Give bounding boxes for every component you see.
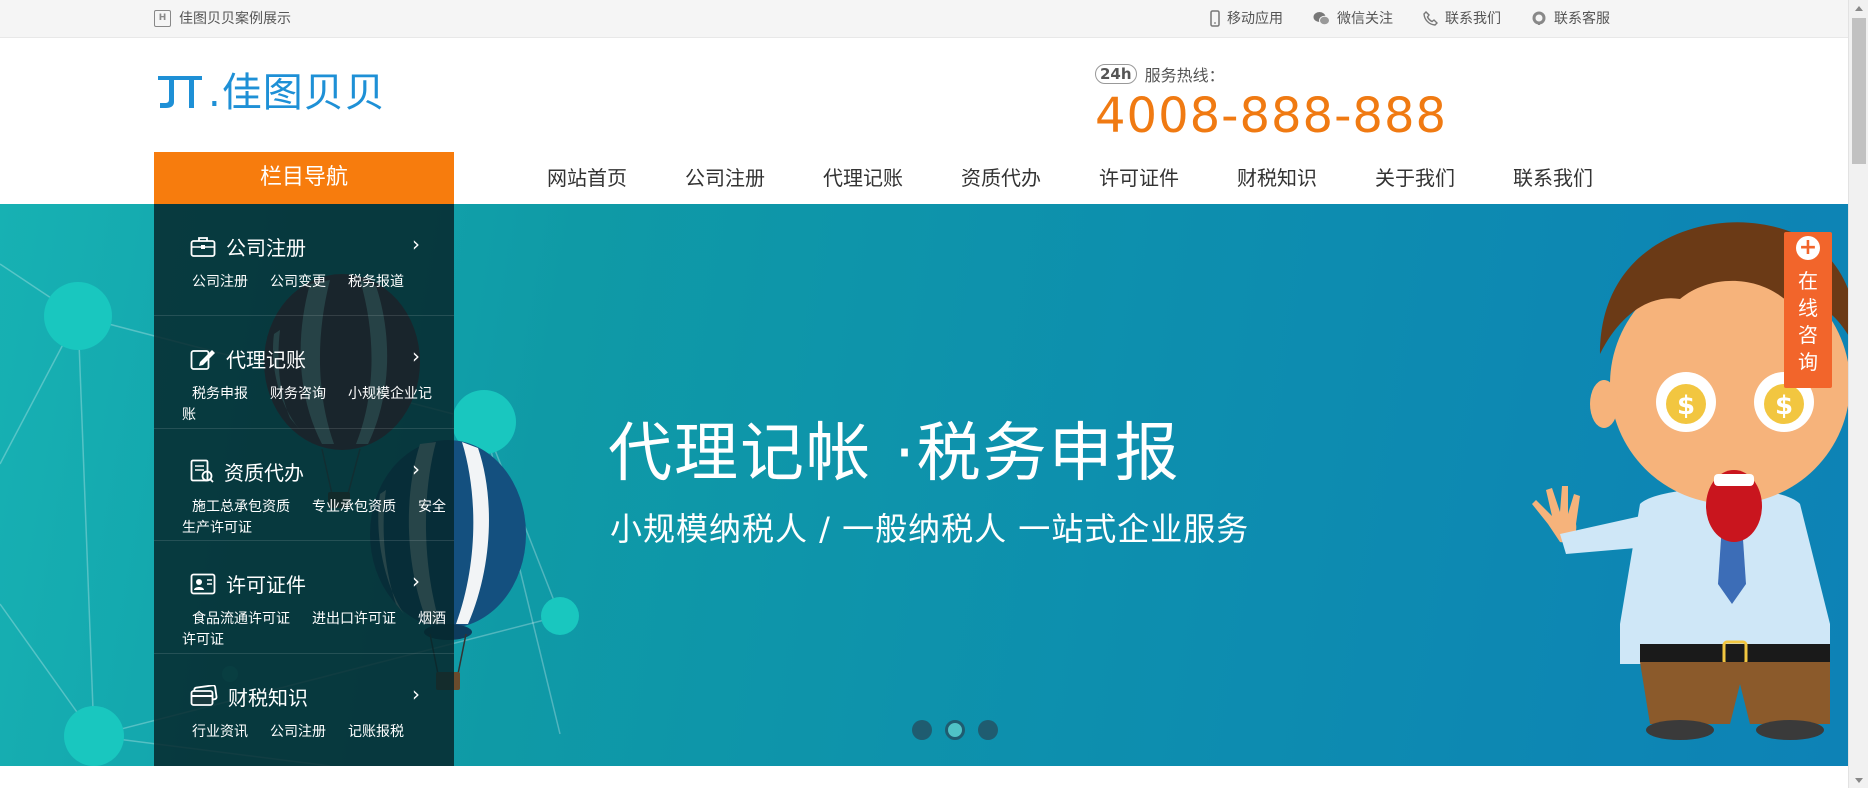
sublink[interactable]: 公司注册 [192,274,248,290]
showcase-icon: H [154,9,171,27]
nav-items: 网站首页 公司注册 代理记账 资质代办 许可证件 财税知识 关于我们 联系我们 [518,152,1622,204]
category-title: 代理记账 [226,348,306,373]
slide-indicators [912,720,1011,740]
case-showcase-link[interactable]: H 佳图贝贝案例展示 [154,8,291,28]
nav-item-bookkeeping[interactable]: 代理记账 [794,152,932,204]
nav-item-contact-us[interactable]: 联系我们 [1484,152,1622,204]
sublink[interactable]: 税务报道 [348,274,404,290]
mobile-icon [1210,9,1220,27]
contact-us-top-link[interactable]: 联系我们 [1423,8,1501,28]
nav-item-company-registration[interactable]: 公司注册 [656,152,794,204]
category-bookkeeping[interactable]: 代理记账 › 税务申报 财务咨询 小规模企业记账 [154,316,454,429]
category-title: 许可证件 [226,573,306,598]
category-links: 食品流通许可证 进出口许可证 烟酒许可证 [182,609,454,651]
category-tax-knowledge[interactable]: 财税知识 › 行业资讯 公司注册 记账报税 [154,654,454,766]
site-logo[interactable]: .佳图贝贝 [154,60,386,118]
wechat-icon [1313,11,1330,25]
category-title: 财税知识 [228,685,308,710]
wechat-follow-label: 微信关注 [1337,11,1393,27]
sublink[interactable]: 税务申报 [192,386,248,402]
category-links: 行业资讯 公司注册 记账报税 [182,722,454,743]
page-scrollbar[interactable] [1848,0,1868,788]
consult-char: 线 [1798,296,1818,320]
category-qualification[interactable]: 资质代办 › 施工总承包资质 专业承包资质 安全生产许可证 [154,429,454,542]
nav-item-licenses[interactable]: 许可证件 [1070,152,1208,204]
id-card-icon [190,573,216,595]
hotline-label: 服务热线： [1144,66,1225,85]
category-company-registration[interactable]: 公司注册 › 公司注册 公司变更 税务报道 [154,204,454,317]
sublink[interactable]: 记账报税 [348,724,404,740]
svg-text:$: $ [1775,391,1793,421]
scrollbar-thumb[interactable] [1852,18,1866,164]
logo-mark-icon [158,76,202,108]
briefcase-icon [190,236,216,257]
slide-dot-1[interactable] [912,720,932,740]
consult-char: 询 [1798,350,1818,374]
sublink[interactable]: 食品流通许可证 [192,611,290,627]
sublink[interactable]: 施工总承包资质 [192,499,290,515]
phone-icon [1423,10,1438,26]
online-consult-button[interactable]: + 在 线 咨 询 [1784,232,1832,388]
sublink[interactable]: 财务咨询 [270,386,326,402]
chevron-right-icon: › [412,232,420,256]
nav-item-home[interactable]: 网站首页 [518,152,656,204]
nav-item-qualification[interactable]: 资质代办 [932,152,1070,204]
category-licenses[interactable]: 许可证件 › 食品流通许可证 进出口许可证 烟酒许可证 [154,541,454,654]
scroll-down-icon[interactable] [1855,778,1863,783]
customer-service-label: 联系客服 [1554,11,1610,27]
wechat-follow-link[interactable]: 微信关注 [1313,8,1393,28]
chevron-right-icon: › [412,456,420,481]
consult-char: 咨 [1798,323,1818,347]
nav-item-about-us[interactable]: 关于我们 [1346,152,1484,204]
slide-dot-3[interactable] [978,720,998,740]
top-links: 移动应用 微信关注 联系我们 联系客服 [1210,8,1610,28]
customer-service-link[interactable]: 联系客服 [1531,8,1610,28]
edit-icon [190,349,215,370]
column-nav-title[interactable]: 栏目导航 [154,152,454,204]
chevron-right-icon: › [412,344,420,369]
service-hotline: 24h 服务热线： 4008-888-888 [1095,62,1447,144]
card-icon [190,685,218,706]
banner-title: 代理记帐 ·税务申报 [608,417,1181,491]
sublink[interactable]: 公司注册 [270,724,326,740]
sublink[interactable]: 专业承包资质 [312,499,396,515]
category-sidebar: 公司注册 › 公司注册 公司变更 税务报道 代理记账 › 税务申报 财务咨询 小规模企业… [154,204,454,766]
chevron-right-icon: › [412,569,420,594]
category-title: 公司注册 [226,236,306,260]
document-icon [190,459,214,483]
contact-us-top-label: 联系我们 [1445,11,1501,27]
category-links: 施工总承包资质 专业承包资质 安全生产许可证 [182,497,454,539]
sublink[interactable]: 进出口许可证 [312,611,396,627]
hotline-number: 4008-888-888 [1095,88,1448,144]
logo-text: .佳图贝贝 [208,70,386,116]
banner-subtitle: 小规模纳税人 / 一般纳税人 一站式企业服务 [610,510,1250,548]
category-title: 资质代办 [224,460,304,485]
sublink[interactable]: 公司变更 [270,274,326,290]
consult-char: 在 [1798,269,1818,293]
nav-item-tax-knowledge[interactable]: 财税知识 [1208,152,1346,204]
mobile-app-link[interactable]: 移动应用 [1210,8,1283,28]
mobile-app-label: 移动应用 [1227,11,1283,27]
plus-icon: + [1796,236,1820,260]
headset-icon [1532,11,1546,25]
category-links: 税务申报 财务咨询 小规模企业记账 [182,384,454,426]
main-nav: 栏目导航 网站首页 公司注册 代理记账 资质代办 许可证件 财税知识 关于我们 … [0,152,1848,204]
top-utility-bar: H 佳图贝贝案例展示 移动应用 微信关注 联系我们 联系客服 [0,0,1848,38]
case-showcase-label: 佳图贝贝案例展示 [179,11,291,27]
category-links: 公司注册 公司变更 税务报道 [182,272,454,293]
slide-dot-2[interactable] [945,720,965,740]
scroll-up-icon[interactable] [1855,6,1863,11]
chevron-right-icon: › [412,681,420,706]
24h-icon: 24h [1095,64,1137,84]
sublink[interactable]: 行业资讯 [192,724,248,740]
svg-text:$: $ [1677,391,1695,421]
